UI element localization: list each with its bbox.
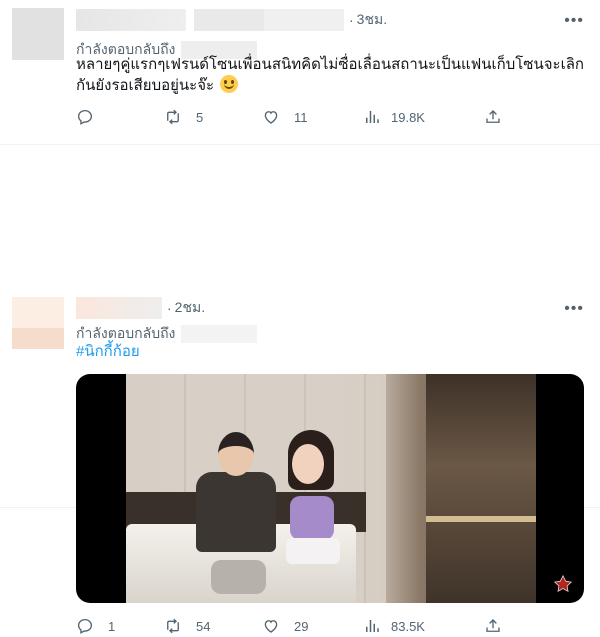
views-count: 83.5K [391, 618, 425, 634]
more-options-icon[interactable]: ••• [564, 300, 584, 318]
action-bar: 1 54 29 83.5K [76, 617, 506, 637]
retweet-button[interactable]: 5 [164, 108, 203, 126]
timestamp[interactable]: 3ชม. [357, 9, 387, 31]
action-bar: 5 11 19.8K [76, 108, 506, 128]
redacted-display-name[interactable] [76, 297, 162, 319]
tweet-2[interactable]: · 2ชม. ••• กำลังตอบกลับถึง #นิกกี้ก้อย 1… [0, 145, 600, 634]
analytics-icon [366, 620, 379, 632]
reply-button[interactable]: 1 [76, 617, 115, 635]
more-options-icon[interactable]: ••• [564, 12, 584, 30]
share-button[interactable] [484, 108, 502, 126]
separator-dot: · [349, 12, 354, 28]
heart-icon [264, 620, 278, 633]
share-icon [486, 110, 500, 123]
like-button[interactable]: 29 [262, 617, 308, 635]
avatar[interactable] [12, 8, 64, 60]
retweet-count: 5 [196, 109, 204, 125]
tweet-text: หลายๆคู่แรกๆเฟรนด์โซนเพื่อนสนิทคิดไม่ซื่… [76, 55, 586, 96]
tweet-header: · 2ชม. [76, 297, 205, 319]
video-media[interactable] [76, 374, 584, 603]
reply-count: 1 [108, 618, 116, 634]
redacted-handle-extra [264, 9, 344, 31]
person-skirt [286, 538, 340, 564]
like-count: 11 [294, 109, 308, 125]
retweet-icon [167, 618, 179, 634]
person-woman [276, 430, 346, 600]
person-legs [211, 560, 266, 594]
redacted-display-name[interactable] [76, 9, 186, 31]
person-body [196, 472, 276, 552]
avatar[interactable] [12, 297, 64, 349]
cabinet [426, 374, 536, 603]
tweet-1[interactable]: · 3ชม. ••• กำลังตอบกลับถึง หลายๆคู่แรกๆเ… [0, 0, 600, 145]
video-frame [126, 374, 536, 603]
heart-icon [264, 111, 278, 124]
hashtag-link[interactable]: #นิกกี้ก้อย [76, 342, 586, 362]
separator-dot: · [167, 300, 172, 316]
views-count: 19.8K [391, 109, 425, 125]
retweet-icon [167, 109, 179, 125]
views-button[interactable]: 19.8K [363, 108, 425, 126]
retweet-count: 54 [196, 618, 211, 634]
like-count: 29 [294, 618, 309, 634]
timestamp[interactable]: 2ชม. [175, 297, 205, 319]
person-top [290, 496, 334, 540]
retweet-button[interactable]: 54 [164, 617, 210, 635]
channel-logo-icon [553, 574, 573, 593]
person-head [218, 432, 254, 476]
like-button[interactable]: 11 [262, 108, 308, 126]
redacted-handle[interactable] [194, 9, 264, 31]
redacted-reply-handle[interactable] [181, 325, 258, 343]
person-face [292, 444, 324, 484]
tweet-header: · 3ชม. [76, 9, 387, 31]
reply-icon [77, 109, 93, 125]
smiling-face-emoji-icon [220, 75, 239, 93]
cabinet-light [426, 516, 536, 522]
person-man [196, 432, 276, 594]
share-icon [486, 619, 500, 632]
tweet-text-content: หลายๆคู่แรกๆเฟรนด์โซนเพื่อนสนิทคิดไม่ซื่… [76, 56, 584, 94]
analytics-icon [366, 111, 379, 123]
views-button[interactable]: 83.5K [363, 617, 425, 635]
share-button[interactable] [484, 617, 502, 635]
reply-icon [77, 618, 93, 634]
reply-button[interactable] [76, 108, 108, 126]
